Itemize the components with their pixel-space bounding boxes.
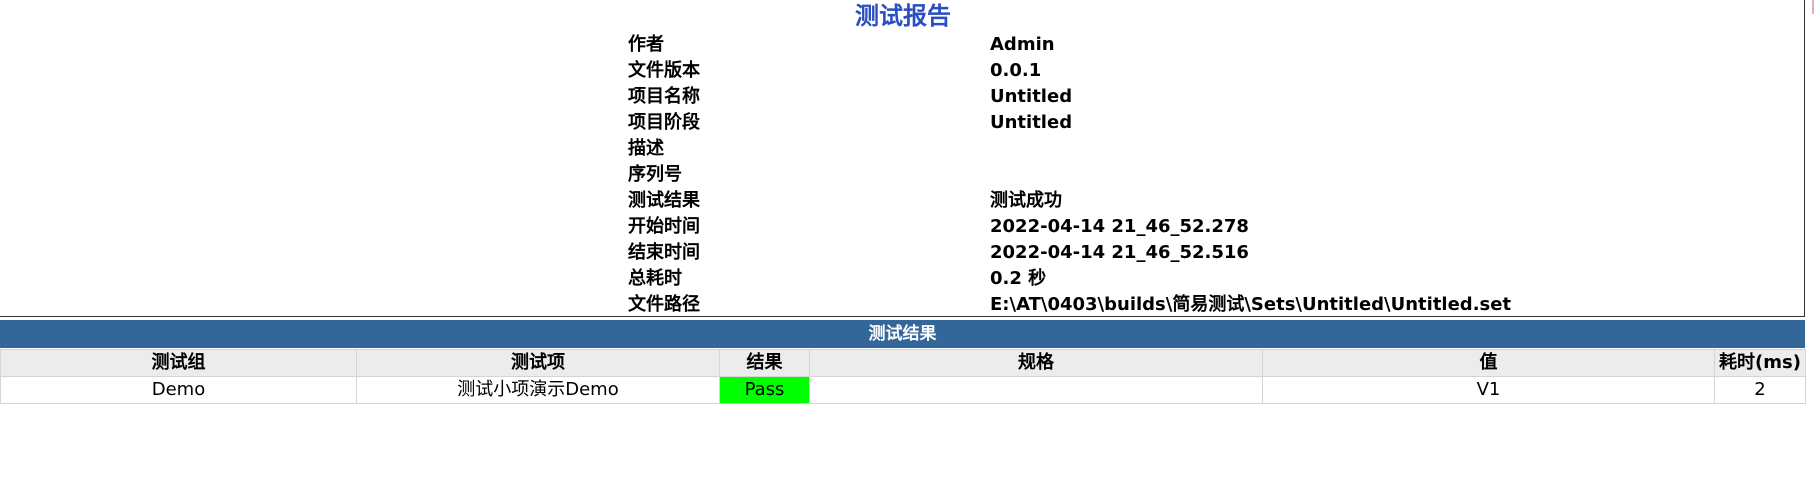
cell-test-group: Demo — [0, 376, 357, 404]
report-title: 测试报告 — [855, 2, 951, 30]
table-row: Demo 测试小项演示Demo Pass V1 2 — [0, 376, 1806, 404]
meta-row: 文件路径 E:\AT\0403\builds\简易测试\Sets\Untitled… — [0, 292, 1806, 318]
cell-value: V1 — [1262, 376, 1715, 404]
meta-row: 结束时间 2022-04-14 21_46_52.516 — [0, 240, 1806, 266]
results-section-title: 测试结果 — [0, 320, 1805, 348]
meta-label: 序列号 — [628, 164, 682, 185]
cell-spec — [809, 376, 1263, 404]
meta-value: Untitled — [990, 86, 1073, 107]
meta-label: 结束时间 — [628, 242, 700, 263]
meta-row: 项目阶段 Untitled — [0, 110, 1806, 136]
cell-test-item: 测试小项演示Demo — [356, 376, 720, 404]
meta-row: 描述 — [0, 136, 1806, 162]
meta-label: 文件版本 — [628, 60, 700, 81]
meta-row: 序列号 — [0, 162, 1806, 188]
column-header-duration: 耗时(ms) — [1714, 349, 1806, 377]
meta-value: 测试成功 — [990, 190, 1062, 211]
meta-value: E:\AT\0403\builds\简易测试\Sets\Untitled\Unt… — [990, 294, 1512, 315]
column-header-test-group: 测试组 — [0, 349, 357, 377]
column-header-result: 结果 — [719, 349, 810, 377]
meta-row: 文件版本 0.0.1 — [0, 58, 1806, 84]
meta-value: 0.2 秒 — [990, 268, 1047, 289]
meta-value: 2022-04-14 21_46_52.516 — [990, 242, 1249, 263]
meta-label: 作者 — [628, 34, 664, 55]
meta-label: 项目阶段 — [628, 112, 700, 133]
meta-value: 2022-04-14 21_46_52.278 — [990, 216, 1249, 237]
meta-row: 作者 Admin — [0, 32, 1806, 58]
meta-value: Admin — [990, 34, 1055, 55]
column-header-value: 值 — [1262, 349, 1715, 377]
window-edge-marker — [1812, 0, 1814, 14]
cell-duration: 2 — [1714, 376, 1806, 404]
meta-row: 开始时间 2022-04-14 21_46_52.278 — [0, 214, 1806, 240]
column-header-spec: 规格 — [809, 349, 1263, 377]
meta-label: 测试结果 — [628, 190, 700, 211]
meta-label: 描述 — [628, 138, 664, 159]
meta-row: 总耗时 0.2 秒 — [0, 266, 1806, 292]
column-header-test-item: 测试项 — [356, 349, 720, 377]
meta-row: 项目名称 Untitled — [0, 84, 1806, 110]
meta-label: 总耗时 — [628, 268, 682, 289]
results-header-row: 测试组 测试项 结果 规格 值 耗时(ms) — [0, 349, 1806, 377]
meta-value: 0.0.1 — [990, 60, 1042, 81]
meta-value: Untitled — [990, 112, 1073, 133]
meta-row: 测试结果 测试成功 — [0, 188, 1806, 214]
cell-result-pass-badge: Pass — [719, 376, 810, 404]
meta-label: 项目名称 — [628, 86, 700, 107]
meta-label: 开始时间 — [628, 216, 700, 237]
results-table: 测试组 测试项 结果 规格 值 耗时(ms) Demo 测试小项演示Demo P… — [0, 349, 1806, 404]
meta-label: 文件路径 — [628, 294, 700, 315]
